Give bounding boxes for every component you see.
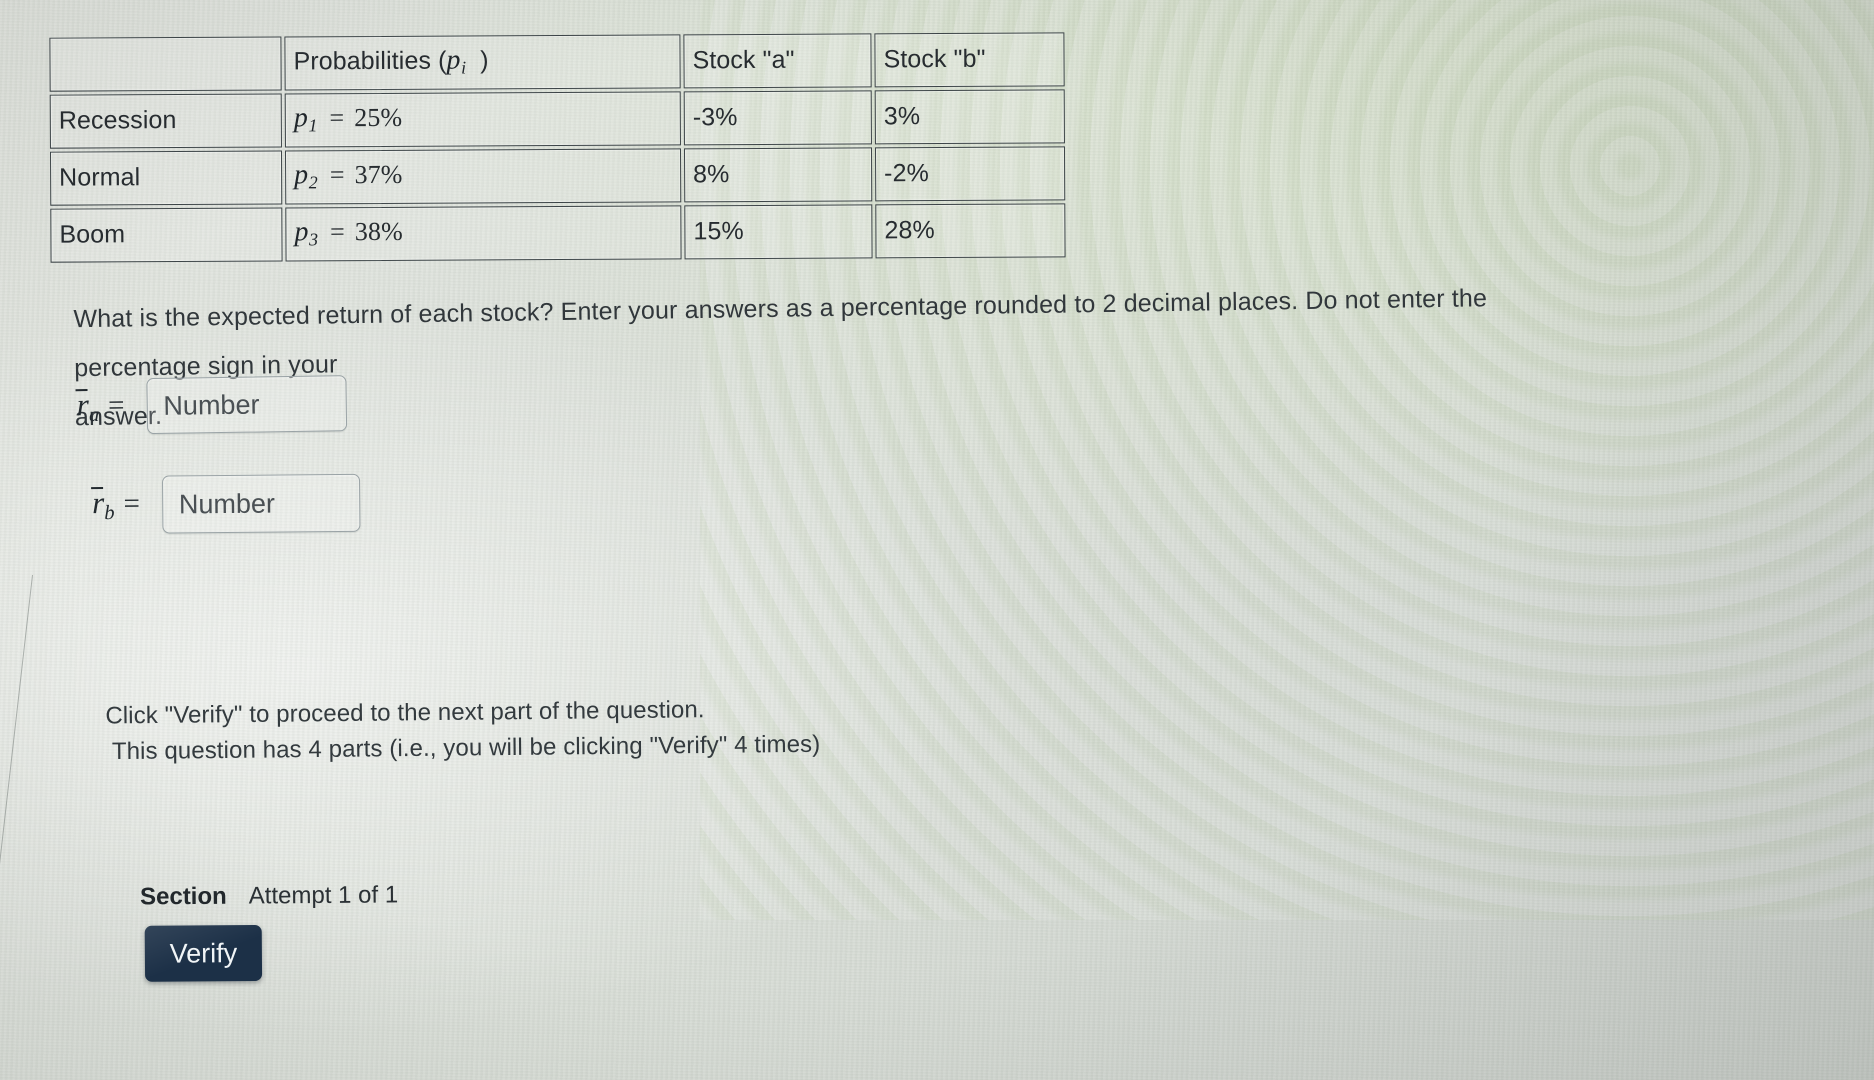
- cell-state: Boom: [50, 207, 283, 263]
- table-header-stock-b: Stock "b": [874, 32, 1065, 88]
- answer-row-stock-b: rb = Number: [92, 473, 361, 534]
- table-header-stock-a: Stock "a": [683, 33, 872, 89]
- cell-stock-b: 3%: [874, 89, 1065, 145]
- cell-stock-a: 8%: [683, 147, 873, 203]
- table-header-blank: [49, 36, 282, 92]
- prob-value: 37%: [354, 159, 403, 190]
- table-row: Normal p2 = 37% 8% -2%: [49, 146, 1066, 206]
- header-prob-close: ): [480, 46, 489, 75]
- cell-stock-a: -3%: [683, 90, 872, 146]
- prob-symbol: p1: [293, 102, 318, 136]
- table-row: Boom p3 = 38% 15% 28%: [50, 203, 1066, 263]
- cell-state: Normal: [49, 150, 283, 206]
- prob-symbol: p3: [294, 216, 319, 250]
- answer-equals-a: =: [107, 389, 125, 422]
- attempt-label: Attempt 1 of 1: [248, 881, 399, 910]
- table-header-row: Probabilities (pi) Stock "a" Stock "b": [49, 32, 1065, 92]
- table-row: Recession p1 = 25% -3% 3%: [49, 89, 1065, 149]
- cell-stock-b: -2%: [874, 146, 1066, 202]
- prob-equals: =: [330, 217, 345, 247]
- answer-row-stock-a: ra = Number: [76, 375, 347, 435]
- probability-table: Probabilities (pi) Stock "a" Stock "b" R…: [46, 29, 1068, 265]
- section-attempt-line: Section Attempt 1 of 1: [140, 881, 398, 911]
- prob-value: 25%: [354, 102, 403, 133]
- answer-label-stock-b: rb =: [92, 485, 140, 526]
- cell-stock-b: 28%: [875, 203, 1066, 259]
- cell-probability: p2 = 37%: [284, 148, 682, 205]
- cell-probability: p1 = 25%: [284, 91, 681, 148]
- prob-value: 38%: [354, 216, 403, 247]
- header-prob-symbol: pi: [446, 44, 467, 78]
- r-bar-symbol: r: [92, 484, 105, 521]
- r-subscript-b: b: [104, 502, 115, 525]
- r-subscript-a: a: [88, 403, 100, 427]
- cell-stock-a: 15%: [684, 204, 873, 260]
- answer-input-stock-a[interactable]: Number: [146, 375, 347, 435]
- answer-input-stock-b[interactable]: Number: [161, 473, 361, 534]
- section-label: Section: [139, 882, 227, 911]
- cell-probability: p3 = 38%: [285, 205, 682, 262]
- question-line-1: What is the expected return of each stoc…: [73, 284, 1488, 383]
- table-header-probabilities: Probabilities (pi): [284, 34, 681, 91]
- prob-symbol: p2: [294, 159, 318, 193]
- verify-button[interactable]: Verify: [144, 924, 263, 982]
- prob-equals: =: [329, 103, 345, 133]
- header-prob-text: Probabilities (: [293, 46, 447, 76]
- answer-equals-b: =: [123, 487, 141, 520]
- probability-table-wrapper: Probabilities (pi) Stock "a" Stock "b" R…: [46, 29, 1068, 265]
- r-bar-symbol: r: [76, 386, 90, 423]
- answer-label-stock-a: ra =: [76, 386, 124, 427]
- question-page: Probabilities (pi) Stock "a" Stock "b" R…: [0, 0, 1874, 1080]
- cell-state: Recession: [49, 93, 282, 149]
- prob-equals: =: [329, 160, 345, 190]
- verify-instruction-line-2: This question has 4 parts (i.e., you wil…: [111, 730, 821, 766]
